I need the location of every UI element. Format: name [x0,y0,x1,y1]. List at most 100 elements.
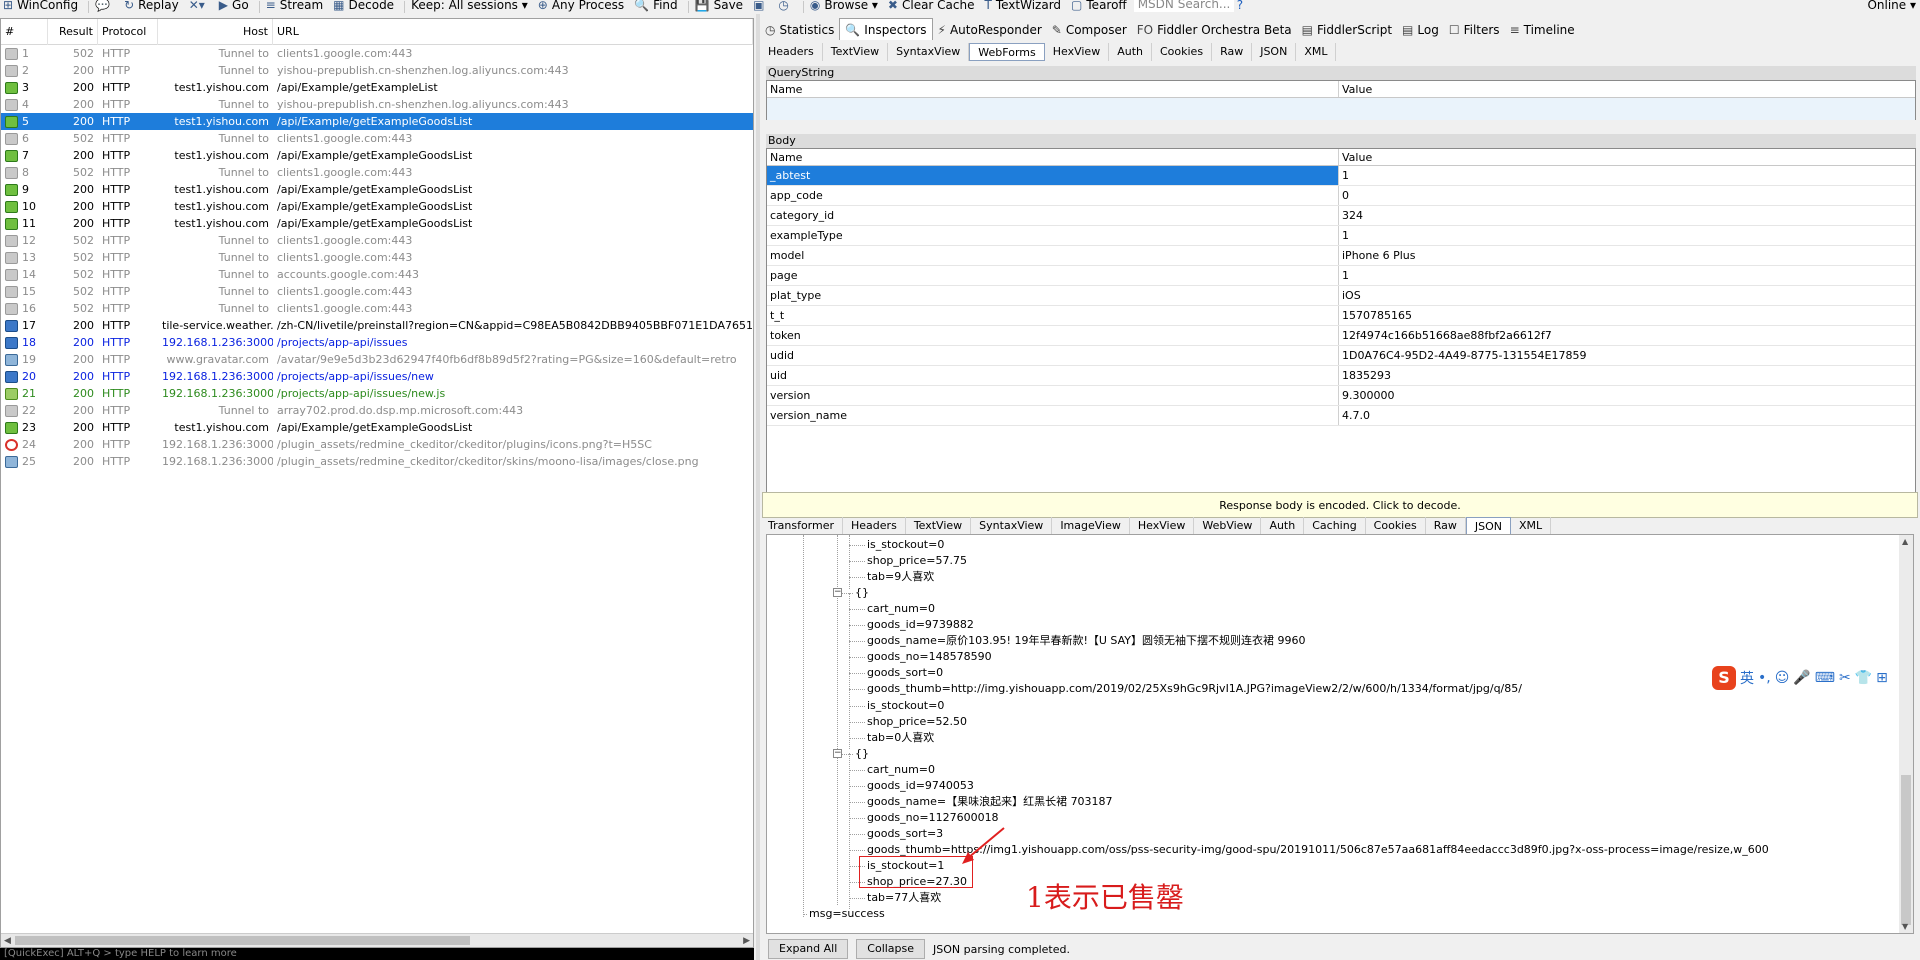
help-icon[interactable]: ? [1234,0,1250,12]
keep-sessions-button[interactable]: Keep: All sessions ▾ [408,0,535,12]
stream-button[interactable]: ≡ Stream [263,0,330,12]
json-property[interactable]: shop_price=52.50 [867,714,967,730]
body-param-row[interactable]: plat_type iOS [767,286,1915,306]
request-tab-auth[interactable]: Auth [1109,43,1152,61]
tab-timeline[interactable]: ≡ Timeline [1505,20,1580,40]
json-property[interactable]: is_stockout=0 [867,537,944,553]
session-row[interactable]: 20 200 HTTP 192.168.1.236:30001/projects/ap… [1,368,753,385]
tab-fiddlerscript[interactable]: ▤ FiddlerScript [1297,20,1397,40]
session-row[interactable]: 9 200 HTTP test1.yishou.com/api/Example/get… [1,181,753,198]
body-col-value[interactable]: Value [1339,149,1915,165]
keyboard-icon[interactable]: ⌨ [1815,670,1835,686]
tearoff-button[interactable]: ▢ Tearoff [1068,0,1134,12]
screenshot-button[interactable]: ▣ [750,0,775,12]
session-row[interactable]: 13 502 HTTP Tunnel to clients1.google.com:44… [1,249,753,266]
response-tab-transformer[interactable]: Transformer [760,517,844,535]
json-property[interactable]: is_stockout=0 [867,698,944,714]
session-row[interactable]: 2 200 HTTP Tunnel to yishou-prepublish.cn-sh… [1,62,753,79]
session-row[interactable]: 16 502 HTTP Tunnel to clients1.google.com:44… [1,300,753,317]
session-row[interactable]: 15 502 HTTP Tunnel to clients1.google.com:44… [1,283,753,300]
json-property[interactable]: tab=9人喜欢 [867,569,934,585]
collapse-node-icon[interactable]: − [833,588,842,598]
session-row[interactable]: 22 200 HTTP Tunnel to array702.prod.do.dsp.m… [1,402,753,419]
session-row[interactable]: 3 200 HTTP test1.yishou.com/api/Example/get… [1,79,753,96]
querystring-col-value[interactable]: Value [1339,81,1915,97]
tab-inspectors[interactable]: 🔍 Inspectors [839,18,933,40]
session-row[interactable]: 24 200 HTTP 192.168.1.236:30001/plugin_asse… [1,436,753,453]
session-row[interactable]: 18 200 HTTP 192.168.1.236:30001/projects/ap… [1,334,753,351]
session-row[interactable]: 10 200 HTTP test1.yishou.com/api/Example/ge… [1,198,753,215]
tab-fiddler-orchestra-beta[interactable]: FO Fiddler Orchestra Beta [1132,20,1297,40]
json-property[interactable]: cart_num=0 [867,762,935,778]
expand-all-button[interactable]: Expand All [768,939,849,959]
response-tab-headers[interactable]: Headers [843,517,906,535]
request-tab-raw[interactable]: Raw [1212,43,1253,61]
emoji-icon[interactable]: ☺ [1775,670,1790,686]
response-tab-textview[interactable]: TextView [906,517,972,535]
json-property[interactable]: tab=77人喜欢 [867,890,941,906]
column-header-protocol[interactable]: Protocol [98,19,158,45]
json-object-node[interactable]: {} [855,746,869,762]
quickexec-bar[interactable]: [QuickExec] ALT+Q > type HELP to learn m… [0,948,754,960]
find-button[interactable]: 🔍 Find [631,0,685,12]
response-tab-webview[interactable]: WebView [1194,517,1262,535]
session-row[interactable]: 4 200 HTTP Tunnel to yishou-prepublish.cn-sh… [1,96,753,113]
json-property[interactable]: msg=success [809,906,885,922]
tools-icon[interactable]: ✂ [1839,670,1851,686]
collapse-node-icon[interactable]: − [833,748,842,758]
replay-button[interactable]: ↻ Replay [121,0,186,12]
ime-toolbar[interactable]: S 英 •, ☺ 🎤 ⌨ ✂ 👕 ⊞ [1712,666,1888,690]
microphone-icon[interactable]: 🎤 [1793,670,1810,686]
json-property[interactable]: goods_sort=3 [867,826,943,842]
body-col-name[interactable]: Name [767,149,1339,165]
session-row[interactable]: 19 200 HTTP www.gravatar.com/avatar/9e9e5d3… [1,351,753,368]
body-param-row[interactable]: version_name 4.7.0 [767,406,1915,426]
vertical-scrollbar-thumb[interactable] [1901,775,1911,925]
body-param-row[interactable]: app_code 0 [767,186,1915,206]
session-row[interactable]: 14 502 HTTP Tunnel to accounts.google.com:44… [1,266,753,283]
decode-notice-bar[interactable]: Response body is encoded. Click to decod… [762,492,1918,518]
request-tab-headers[interactable]: Headers [760,43,823,61]
scroll-right-icon[interactable]: ▶ [743,934,750,947]
json-property[interactable]: tab=0人喜欢 [867,730,934,746]
session-row[interactable]: 12 502 HTTP Tunnel to clients1.google.com:44… [1,232,753,249]
response-tab-auth[interactable]: Auth [1261,517,1305,535]
sogou-logo-icon[interactable]: S [1712,666,1736,690]
save-button[interactable]: 💾 Save [692,0,750,12]
punctuation-icon[interactable]: •, [1758,670,1771,686]
session-row[interactable]: 1 502 HTTP Tunnel to clients1.google.com:443 [1,45,753,62]
session-row[interactable]: 21 200 HTTP 192.168.1.236:30001/projects/ap… [1,385,753,402]
column-header-result[interactable]: Result [48,19,98,45]
ime-language-toggle[interactable]: 英 [1740,668,1754,688]
session-row[interactable]: 11 200 HTTP test1.yishou.com/api/Example/ge… [1,215,753,232]
tab-autoresponder[interactable]: ⚡ AutoResponder [933,20,1047,40]
json-property[interactable]: goods_thumb=http://img.yishouapp.com/201… [867,681,1522,697]
body-param-row[interactable]: _abtest 1 [767,166,1915,186]
scroll-down-icon[interactable]: ▼ [1902,922,1908,931]
tab-log[interactable]: ▤ Log [1397,20,1444,40]
request-tab-webforms[interactable]: WebForms [969,43,1045,61]
column-header-number[interactable]: # [1,19,48,45]
timer-button[interactable]: ◷ [775,0,799,12]
session-row[interactable]: 17 200 HTTP tile-service.weather... /zh-CN/l… [1,317,753,334]
json-property[interactable]: shop_price=57.75 [867,553,967,569]
vertical-scrollbar[interactable]: ▲ ▼ [1899,535,1913,933]
response-tab-xml[interactable]: XML [1511,517,1552,535]
session-row[interactable]: 8 502 HTTP Tunnel to clients1.google.com:443 [1,164,753,181]
comment-button[interactable]: 💬 [92,0,121,12]
body-param-row[interactable]: exampleType 1 [767,226,1915,246]
session-row[interactable]: 25 200 HTTP 192.168.1.236:30001/plugin_asse… [1,453,753,470]
any-process-button[interactable]: ⊕ Any Process [535,0,631,12]
clear-cache-button[interactable]: ✖ Clear Cache [885,0,982,12]
session-row[interactable]: 6 502 HTTP Tunnel to clients1.google.com:443 [1,130,753,147]
json-property[interactable]: cart_num=0 [867,601,935,617]
tab-statistics[interactable]: ◷ Statistics [760,20,839,40]
json-object-node[interactable]: {} [855,585,869,601]
response-tab-imageview[interactable]: ImageView [1052,517,1130,535]
body-param-row[interactable]: token 12f4974c166b51668ae88fbf2a6612f7 [767,326,1915,346]
querystring-col-name[interactable]: Name [767,81,1339,97]
body-param-row[interactable]: t_t 1570785165 [767,306,1915,326]
online-status[interactable]: Online ▾ [1867,0,1920,12]
scrollbar-thumb[interactable] [15,936,470,945]
body-param-row[interactable]: udid 1D0A76C4-95D2-4A49-8775-131554E17859 [767,346,1915,366]
